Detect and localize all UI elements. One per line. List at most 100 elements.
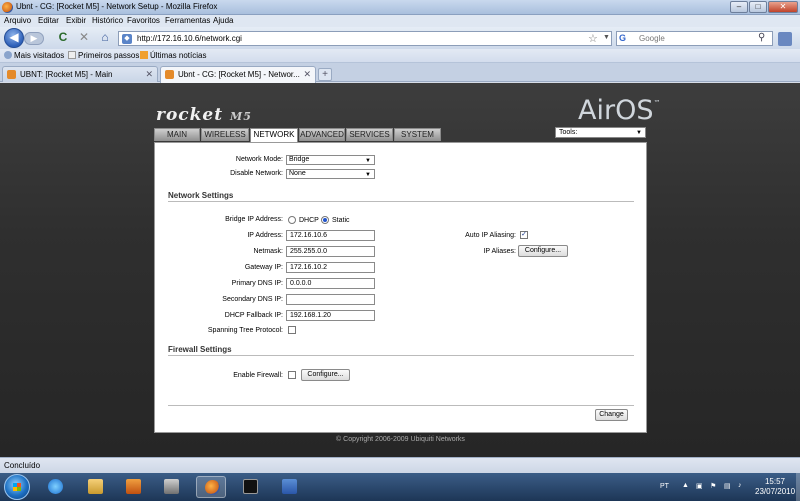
start-button[interactable] [4,474,30,500]
disable-network-select[interactable]: None ▼ [286,169,375,179]
tab-system[interactable]: SYSTEM [394,128,441,141]
taskbar-cmd[interactable] [235,476,265,498]
menu-favoritos[interactable]: Favoritos [127,16,160,25]
taskbar-word[interactable] [274,476,304,498]
netmask-label: Netmask: [253,248,283,255]
taskbar: PT ▲ ▣ ⚑ ▤ ♪ 15:57 23/07/2010 [0,473,800,501]
bookmarks-bar: Mais visitados Primeiros passos Últimas … [0,49,800,63]
show-desktop-button[interactable] [796,473,800,501]
reload-icon[interactable]: C [56,30,70,45]
firefox-icon [2,2,13,13]
firefox-icon [205,480,220,495]
netmask-input[interactable]: 255.255.0.0 [286,246,375,257]
addon-icon[interactable] [778,32,792,46]
tab-wireless[interactable]: WIRELESS [201,128,249,141]
taskbar-explorer[interactable] [80,476,110,498]
folder-icon [88,479,103,494]
tab-advanced[interactable]: ADVANCED [299,128,345,141]
search-engine-icon[interactable]: G [619,33,635,44]
page-icon [68,51,76,59]
forward-button[interactable]: ▶ [24,32,44,45]
disable-network-value: None [289,170,306,177]
close-button[interactable]: ✕ [768,1,798,13]
url-text[interactable]: http://172.16.10.6/network.cgi [137,34,242,43]
taskbar-network[interactable] [156,476,186,498]
firewall-settings-title: Firewall Settings [168,345,232,354]
home-icon[interactable]: ⌂ [98,30,112,45]
section-divider [168,201,634,202]
stp-checkbox[interactable] [288,326,296,334]
dhcp-fallback-input[interactable]: 192.168.1.20 [286,310,375,321]
url-dropdown-icon[interactable]: ▼ [603,34,610,41]
flag-icon[interactable]: ⚑ [710,482,716,490]
tab-network-nav[interactable]: NETWORK [250,128,298,142]
site-favicon: ◆ [122,34,132,44]
menu-ferramentas[interactable]: Ferramentas [165,16,210,25]
dhcp-radio[interactable] [288,216,296,224]
internet-explorer-icon [48,479,63,494]
search-placeholder: Google [639,34,665,43]
network-mode-select[interactable]: Bridge ▼ [286,155,375,165]
tools-select[interactable]: Tools: ▼ [555,127,646,138]
search-input[interactable]: G Google ⚲ [616,31,773,46]
menu-exibir[interactable]: Exibir [66,16,86,25]
network-tray-icon[interactable]: ▤ [724,482,731,490]
enable-firewall-checkbox[interactable] [288,371,296,379]
ip-aliases-configure-button[interactable]: Configure... [518,245,568,257]
menu-editar[interactable]: Editar [38,16,59,25]
primary-dns-input[interactable]: 0.0.0.0 [286,278,375,289]
tab-services[interactable]: SERVICES [346,128,393,141]
ip-address-input[interactable]: 172.16.10.6 [286,230,375,241]
taskbar-ie[interactable] [40,476,70,498]
bookmark-star-icon[interactable]: ☆ [588,32,598,45]
taskbar-firefox[interactable] [196,476,226,498]
stp-label: Spanning Tree Protocol: [207,327,283,334]
tab-strip: UBNT: [Rocket M5] - Main ✕ Ubnt - CG: [R… [0,63,800,83]
maximize-button[interactable]: □ [749,1,767,13]
tools-value: Tools: [559,129,578,136]
tab-main[interactable]: UBNT: [Rocket M5] - Main ✕ [2,66,158,82]
bookmark-mais-visitados[interactable]: Mais visitados [4,51,64,60]
static-radio[interactable] [321,216,329,224]
secondary-dns-label: Secondary DNS IP: [222,296,283,303]
tab-network[interactable]: Ubnt - CG: [Rocket M5] - Networ... ✕ [160,66,316,83]
tray-device-icon[interactable]: ▣ [696,482,703,490]
firewall-configure-button[interactable]: Configure... [301,369,350,381]
menu-historico[interactable]: Histórico [92,16,123,25]
chevron-down-icon: ▼ [365,158,371,164]
url-bar[interactable]: ◆ http://172.16.10.6/network.cgi ☆ ▼ [118,31,612,46]
network-mode-value: Bridge [289,156,310,163]
change-button[interactable]: Change [595,409,628,421]
search-icon[interactable]: ⚲ [758,32,765,43]
dhcp-label: DHCP [299,217,319,224]
bookmark-ultimas-noticias[interactable]: Últimas notícias [140,51,206,60]
tab-main-nav[interactable]: MAIN [154,128,200,141]
tray-expand-icon[interactable]: ▲ [682,482,689,489]
bookmark-primeiros-passos[interactable]: Primeiros passos [68,51,139,60]
word-icon [282,479,297,494]
new-tab-button[interactable]: + [318,68,332,81]
network-settings-title: Network Settings [168,191,234,200]
clock[interactable]: 15:57 23/07/2010 [755,477,795,497]
taskbar-media[interactable] [118,476,148,498]
menu-arquivo[interactable]: Arquivo [4,16,31,25]
tab-close-icon[interactable]: ✕ [145,69,153,80]
back-button[interactable]: ◀ [4,28,24,48]
menu-ajuda[interactable]: Ajuda [213,16,233,25]
network-settings-panel: Network Mode: Bridge ▼ Disable Network: N… [154,142,647,433]
static-label: Static [332,217,350,224]
bridge-ip-label: Bridge IP Address: [225,216,283,223]
network-mode-label: Network Mode: [235,156,283,163]
gateway-label: Gateway IP: [244,264,283,271]
clock-date: 23/07/2010 [755,487,796,496]
auto-ip-aliasing-checkbox[interactable]: ✓ [520,231,528,239]
dhcp-fallback-label: DHCP Fallback IP: [224,312,283,319]
tab-label: Ubnt - CG: [Rocket M5] - Networ... [178,70,300,79]
tab-close-icon[interactable]: ✕ [303,69,311,80]
language-indicator[interactable]: PT [660,483,669,490]
gateway-input[interactable]: 172.16.10.2 [286,262,375,273]
minimize-button[interactable]: – [730,1,748,13]
secondary-dns-input[interactable] [286,294,375,305]
stop-icon[interactable]: ✕ [77,30,91,45]
volume-icon[interactable]: ♪ [738,482,742,489]
